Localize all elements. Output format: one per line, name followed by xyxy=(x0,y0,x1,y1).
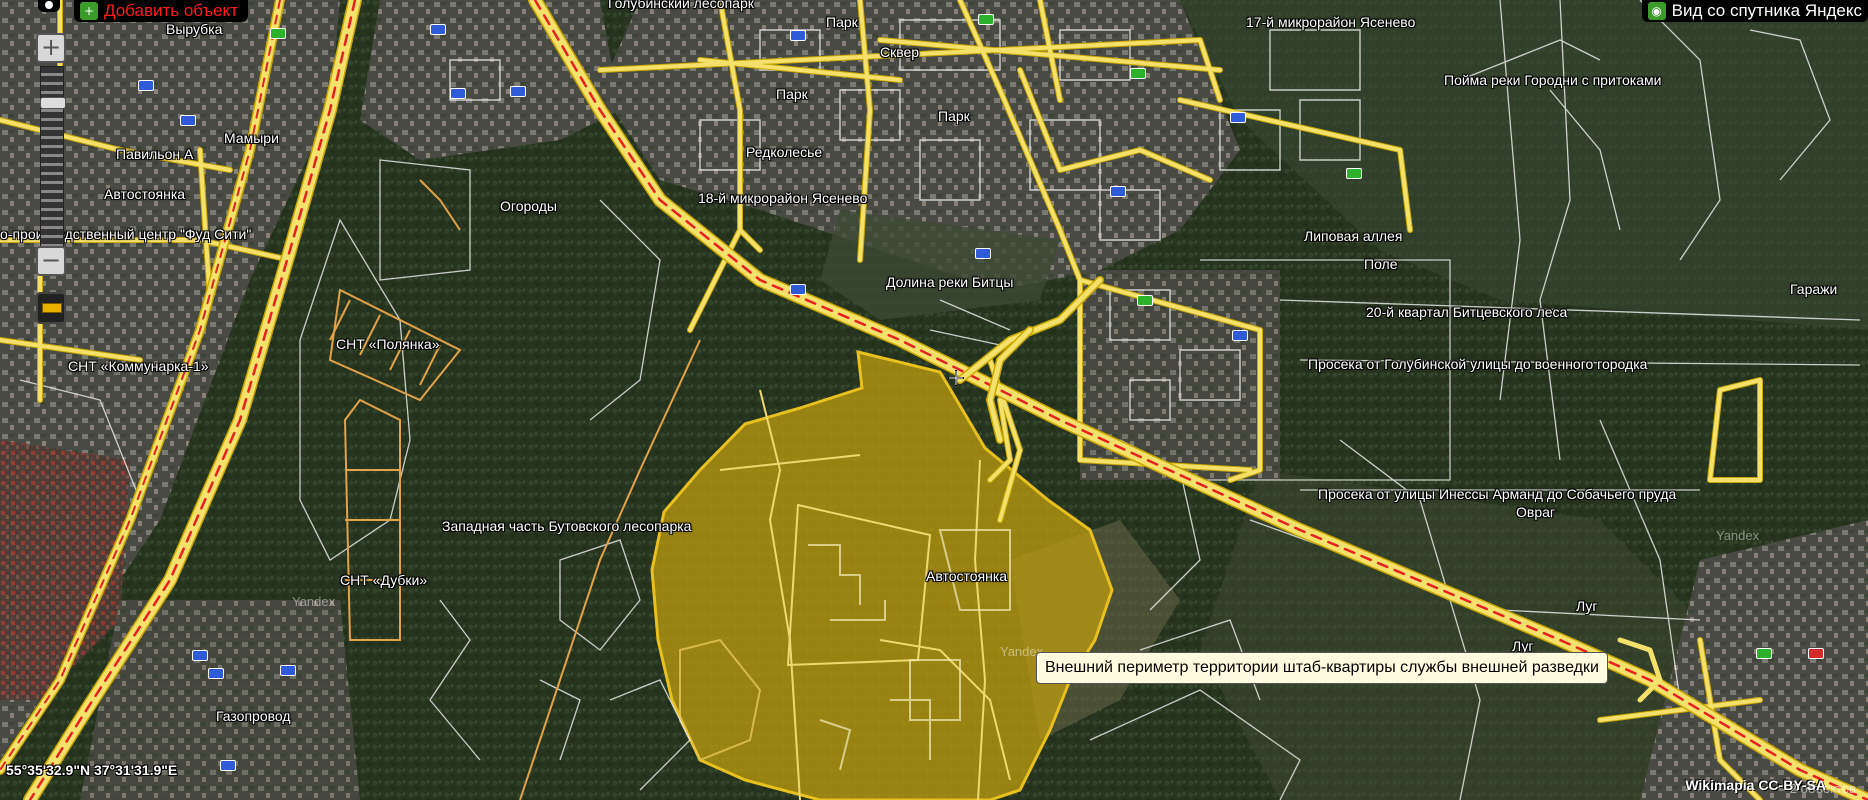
map-label[interactable]: Луг xyxy=(1576,598,1597,614)
poi-marker[interactable] xyxy=(280,665,296,676)
poi-marker[interactable] xyxy=(1756,648,1772,659)
map-label[interactable]: Автостоянка xyxy=(104,186,185,202)
poi-marker[interactable] xyxy=(192,650,208,661)
crosshair-cursor-icon xyxy=(948,370,964,386)
zoom-slider-thumb[interactable] xyxy=(40,97,66,109)
poi-marker[interactable] xyxy=(450,88,466,99)
map-label[interactable]: Газопровод xyxy=(216,708,291,724)
map-label[interactable]: Парк xyxy=(826,14,858,30)
poi-marker[interactable] xyxy=(510,86,526,97)
map-label[interactable]: Мамыри xyxy=(224,130,279,146)
map-label[interactable]: Просека от Голубинской улицы до военного… xyxy=(1308,356,1647,372)
poi-marker[interactable] xyxy=(1230,112,1246,123)
map-label[interactable]: Овраг xyxy=(1516,504,1555,520)
map-label[interactable]: СНТ «Дубки» xyxy=(340,572,427,588)
poi-marker[interactable] xyxy=(1346,168,1362,179)
map-label[interactable]: Павильон А xyxy=(116,146,193,162)
map-label[interactable]: Парк xyxy=(938,108,970,124)
map-label[interactable]: Огороды xyxy=(500,198,557,214)
poi-marker[interactable] xyxy=(978,14,994,25)
map-label[interactable]: Парк xyxy=(776,86,808,102)
poi-marker[interactable] xyxy=(270,28,286,39)
zoom-slider[interactable] xyxy=(40,66,66,264)
object-tooltip: Внешний периметр территории штаб-квартир… xyxy=(1036,652,1608,684)
map-label[interactable]: Западная часть Бутовского лесопарка xyxy=(442,518,691,534)
poi-marker[interactable] xyxy=(1137,295,1153,306)
zoom-in-button[interactable]: + xyxy=(36,33,66,63)
poi-marker[interactable] xyxy=(790,30,806,41)
zoom-out-button[interactable]: − xyxy=(36,246,66,276)
map-label[interactable]: 18-й микрорайон Ясенево xyxy=(698,190,867,206)
zoom-control[interactable]: + − xyxy=(36,0,66,345)
poi-marker[interactable] xyxy=(220,760,236,771)
map-label[interactable]: Вырубка xyxy=(166,21,222,37)
map-label[interactable]: 17-й микрорайон Ясенево xyxy=(1246,14,1415,30)
satellite-view-button[interactable]: ◉ Вид со спутника Яндекс xyxy=(1641,0,1868,22)
map-label[interactable]: Автостоянка xyxy=(926,568,1007,584)
map-label[interactable]: Гаражи xyxy=(1790,281,1837,297)
yandex-watermark: Yandex xyxy=(292,594,336,609)
ruler-tool-button[interactable] xyxy=(36,292,66,324)
poi-marker[interactable] xyxy=(430,24,446,35)
poi-marker[interactable] xyxy=(1130,68,1146,79)
poi-marker[interactable] xyxy=(1232,330,1248,341)
map-label[interactable]: Голубинский лесопарк xyxy=(608,0,754,11)
add-object-label: Добавить объект xyxy=(104,1,238,20)
map-label[interactable]: СНТ «Полянка» xyxy=(336,336,439,352)
map-label[interactable]: СНТ «Коммунарка-1» xyxy=(68,358,209,374)
map-label[interactable]: Поле xyxy=(1364,256,1398,272)
yandex-watermark: Yandex xyxy=(1716,528,1760,543)
map-label[interactable]: Долина реки Битцы xyxy=(886,274,1013,290)
satellite-view-label: Вид со спутника Яндекс xyxy=(1671,1,1862,20)
poi-marker[interactable] xyxy=(790,284,806,295)
object-count: 2 объектов xyxy=(1789,781,1856,796)
poi-marker[interactable] xyxy=(1808,648,1824,659)
add-object-button[interactable]: + Добавить объект xyxy=(74,0,248,22)
poi-marker[interactable] xyxy=(180,115,196,126)
poi-marker[interactable] xyxy=(138,80,154,91)
map-label[interactable]: Пойма реки Городни с притоками xyxy=(1444,72,1661,88)
map-label[interactable]: Липовая аллея xyxy=(1304,228,1402,244)
map-canvas[interactable]: Yandex Yandex Yandex Вырубка Голубинский… xyxy=(0,0,1868,800)
poi-marker[interactable] xyxy=(1110,186,1126,197)
cursor-coordinates: 55°35'32.9"N 37°31'31.9"E xyxy=(6,762,178,778)
map-label[interactable]: Сквер xyxy=(880,44,919,60)
map-label[interactable]: Редколесье xyxy=(746,144,822,160)
poi-marker[interactable] xyxy=(208,668,224,679)
map-label[interactable]: 20-й квартал Битцевского леса xyxy=(1366,304,1567,320)
ruler-icon xyxy=(42,303,62,313)
satellite-icon: ◉ xyxy=(1647,2,1666,20)
map-label[interactable]: Просека от улицы Инессы Арманд до Собачь… xyxy=(1318,486,1676,502)
plus-icon: + xyxy=(80,2,98,20)
poi-marker[interactable] xyxy=(975,248,991,259)
